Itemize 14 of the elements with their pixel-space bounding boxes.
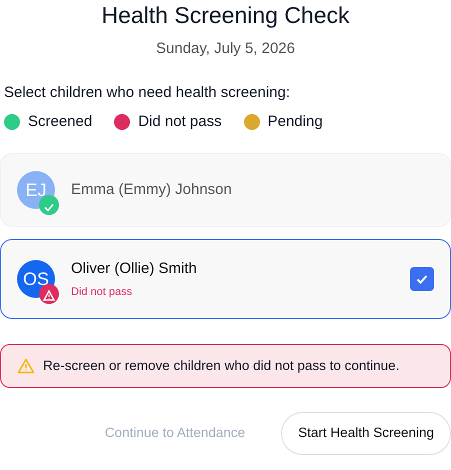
start-button[interactable]: Start Health Screening bbox=[281, 412, 451, 455]
status-text: Did not pass bbox=[71, 285, 134, 300]
date-text: Sunday, July 5, 2026 bbox=[155, 38, 296, 59]
alert-text: Re-screen or remove children who did not pass to continue. bbox=[43, 357, 400, 376]
child-name: Emma (Emmy) Johnson bbox=[71, 180, 233, 200]
child-card[interactable]: OS Oliver (Ollie) Smith Did not pass bbox=[0, 239, 451, 320]
child-name: Oliver (Ollie) Smith bbox=[71, 258, 198, 279]
instruction-text: Select children who need health screening: bbox=[4, 83, 292, 104]
legend-label: Screened bbox=[28, 112, 92, 132]
legend-label: Pending bbox=[268, 112, 323, 132]
legend-label: Did not pass bbox=[138, 112, 222, 132]
checkbox[interactable] bbox=[410, 267, 434, 292]
warning-icon bbox=[17, 358, 35, 374]
page-title: Health Screening Check bbox=[100, 2, 351, 30]
